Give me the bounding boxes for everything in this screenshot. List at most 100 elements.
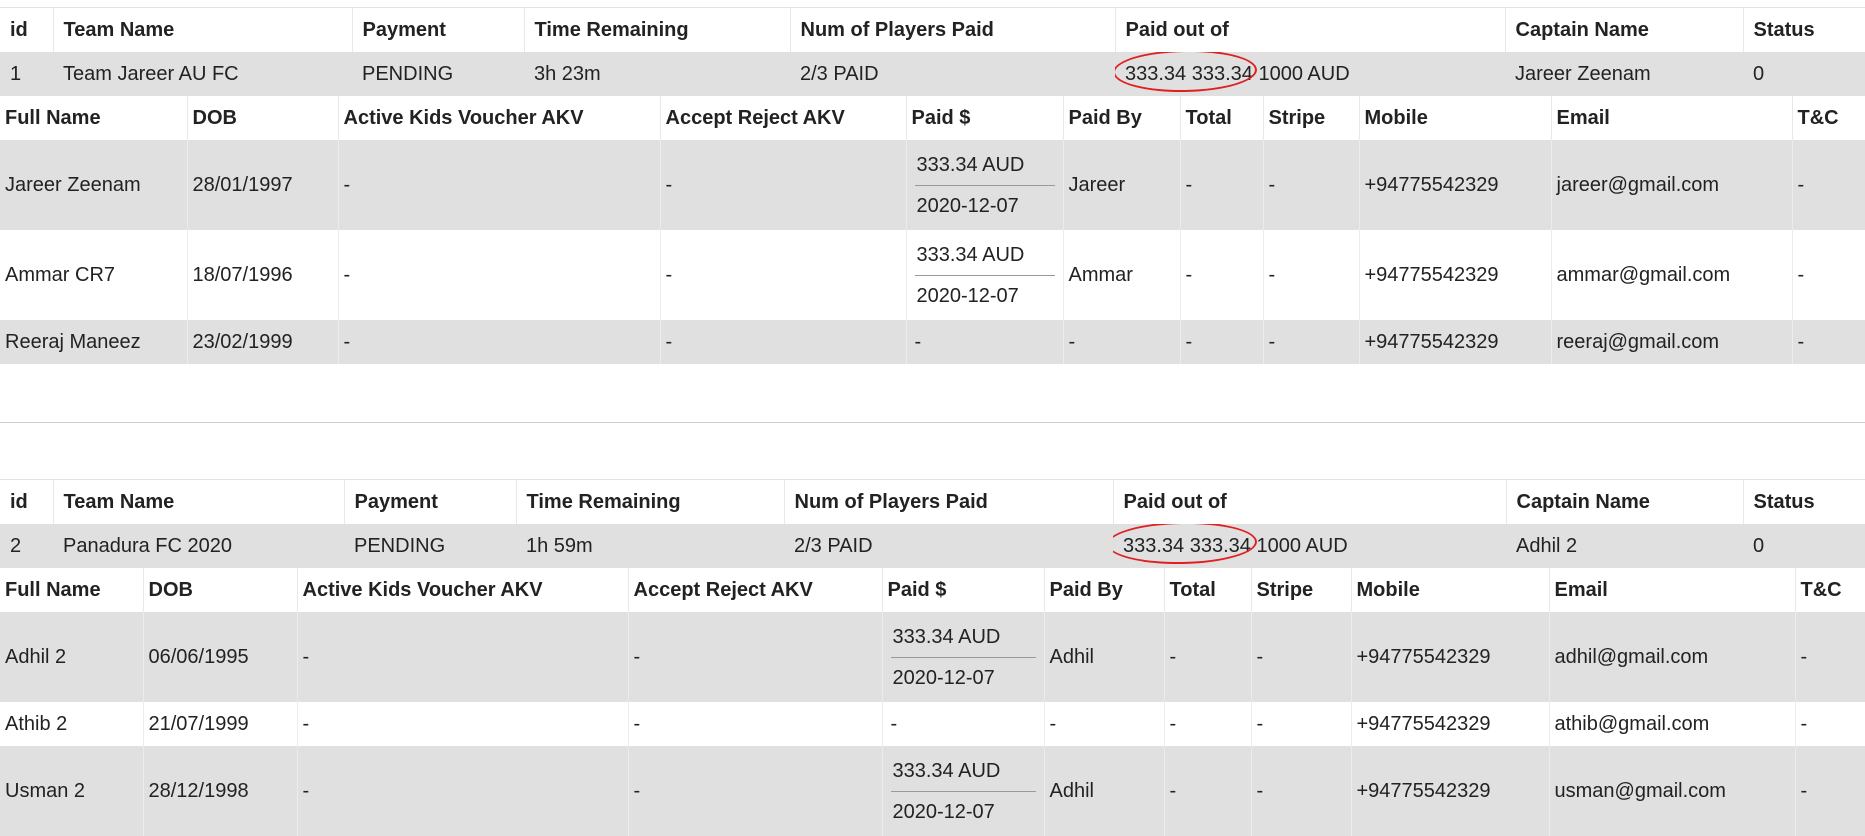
player-email: adhil@gmail.com (1548, 612, 1795, 702)
team-header-row: id Team Name Payment Time Remaining Num … (0, 7, 1865, 52)
col-dob: DOB (186, 96, 338, 140)
player-name: Reeraj Maneez (0, 320, 187, 364)
player-name: Athib 2 (0, 702, 143, 746)
player-tc: - (1791, 230, 1865, 320)
team-players-paid: 2/3 PAID (784, 524, 1113, 568)
player-row[interactable]: Jareer Zeenam 28/01/1997 - - 333.34 AUD … (0, 140, 1865, 230)
player-akv: - (296, 612, 628, 702)
col-akv: Active Kids Voucher AKV (337, 96, 660, 140)
player-dob: 28/12/1998 (142, 746, 297, 836)
team-header-row: id Team Name Payment Time Remaining Num … (0, 479, 1865, 524)
col-paid-by: Paid By (1062, 96, 1180, 140)
player-stripe: - (1262, 140, 1359, 230)
player-email: jareer@gmail.com (1550, 140, 1792, 230)
team-status: 0 (1743, 52, 1865, 96)
player-paid: - (881, 702, 1044, 746)
player-paid: 333.34 AUD 2020-12-07 (881, 612, 1044, 702)
player-name: Usman 2 (0, 746, 143, 836)
player-accept-akv: - (659, 140, 906, 230)
col-email: Email (1548, 568, 1795, 612)
player-row[interactable]: Ammar CR7 18/07/1996 - - 333.34 AUD 2020… (0, 230, 1865, 320)
col-captain-name: Captain Name (1505, 479, 1743, 524)
col-tc: T&C (1794, 568, 1865, 612)
paid-amounts-text: 333.34 333.34 (1125, 62, 1253, 85)
team-time-remaining: 3h 23m (524, 52, 790, 96)
player-paid-by: Adhil (1043, 746, 1164, 836)
col-mobile: Mobile (1350, 568, 1549, 612)
col-payment: Payment (343, 479, 516, 524)
team-captain: Adhil 2 (1506, 524, 1743, 568)
player-total: - (1163, 746, 1251, 836)
team-name: Team Jareer AU FC (53, 52, 352, 96)
col-paid-out-of: Paid out of (1114, 7, 1505, 52)
col-payment: Payment (351, 7, 524, 52)
paid-amount: 333.34 AUD (914, 145, 1055, 186)
paid-amounts: 333.34 333.34 (1113, 524, 1258, 565)
player-tc: - (1794, 746, 1865, 836)
player-stripe: - (1250, 702, 1351, 746)
players-header-row: Full Name DOB Active Kids Voucher AKV Ac… (0, 96, 1865, 140)
team-players-paid: 2/3 PAID (790, 52, 1115, 96)
player-email: ammar@gmail.com (1550, 230, 1792, 320)
player-name: Adhil 2 (0, 612, 143, 702)
player-row[interactable]: Adhil 2 06/06/1995 - - 333.34 AUD 2020-1… (0, 612, 1865, 702)
player-row[interactable]: Reeraj Maneez 23/02/1999 - - - - - - +94… (0, 320, 1865, 364)
player-dob: 06/06/1995 (142, 612, 297, 702)
team-row[interactable]: 2 Panadura FC 2020 PENDING 1h 59m 2/3 PA… (0, 524, 1865, 568)
player-paid-by: Ammar (1062, 230, 1180, 320)
player-akv: - (296, 702, 628, 746)
col-paid-out-of: Paid out of (1112, 479, 1506, 524)
player-accept-akv: - (659, 320, 906, 364)
team-paid-out-of: 333.34 333.34 1000 AUD (1115, 52, 1505, 96)
player-email: athib@gmail.com (1548, 702, 1795, 746)
col-id: id (0, 7, 53, 52)
paid-date: 2020-12-07 (892, 800, 995, 823)
col-full-name: Full Name (0, 96, 187, 140)
col-num-players-paid: Num of Players Paid (789, 7, 1115, 52)
col-time-remaining: Time Remaining (515, 479, 784, 524)
col-num-players-paid: Num of Players Paid (783, 479, 1113, 524)
player-paid-by: - (1043, 702, 1164, 746)
player-email: reeraj@gmail.com (1550, 320, 1792, 364)
player-name: Jareer Zeenam (0, 140, 187, 230)
col-accept-reject-akv: Accept Reject AKV (659, 96, 906, 140)
player-stripe: - (1262, 230, 1359, 320)
team-row[interactable]: 1 Team Jareer AU FC PENDING 3h 23m 2/3 P… (0, 52, 1865, 96)
paid-amount: 333.34 AUD (890, 751, 1036, 792)
player-total: - (1163, 612, 1251, 702)
team-id: 1 (0, 52, 53, 96)
col-status: Status (1742, 7, 1865, 52)
player-tc: - (1791, 140, 1865, 230)
paid-amounts-text: 333.34 333.34 (1123, 534, 1251, 557)
col-tc: T&C (1791, 96, 1865, 140)
team-block-2: id Team Name Payment Time Remaining Num … (0, 479, 1865, 836)
player-akv: - (337, 230, 660, 320)
player-stripe: - (1250, 746, 1351, 836)
team-table: id Team Name Payment Time Remaining Num … (0, 479, 1865, 568)
team-payment: PENDING (352, 52, 524, 96)
player-stripe: - (1250, 612, 1351, 702)
player-paid: 333.34 AUD 2020-12-07 (905, 140, 1063, 230)
player-accept-akv: - (659, 230, 906, 320)
player-paid-by: - (1062, 320, 1180, 364)
player-akv: - (337, 140, 660, 230)
col-akv: Active Kids Voucher AKV (296, 568, 628, 612)
team-block-1: id Team Name Payment Time Remaining Num … (0, 7, 1865, 364)
col-team-name: Team Name (52, 7, 352, 52)
player-dob: 21/07/1999 (142, 702, 297, 746)
player-total: - (1179, 140, 1263, 230)
player-dob: 23/02/1999 (186, 320, 338, 364)
col-stripe: Stripe (1250, 568, 1351, 612)
player-row[interactable]: Usman 2 28/12/1998 - - 333.34 AUD 2020-1… (0, 746, 1865, 836)
player-mobile: +94775542329 (1350, 702, 1549, 746)
paid-date: 2020-12-07 (916, 284, 1019, 307)
players-table: Full Name DOB Active Kids Voucher AKV Ac… (0, 568, 1865, 836)
paid-amounts: 333.34 333.34 (1115, 52, 1258, 93)
player-row[interactable]: Athib 2 21/07/1999 - - - - - - +94775542… (0, 702, 1865, 746)
col-total: Total (1179, 96, 1263, 140)
team-id: 2 (0, 524, 53, 568)
section-divider (0, 422, 1865, 423)
player-paid: 333.34 AUD 2020-12-07 (905, 230, 1063, 320)
col-status: Status (1742, 479, 1865, 524)
paid-total: 1000 AUD (1256, 534, 1348, 557)
